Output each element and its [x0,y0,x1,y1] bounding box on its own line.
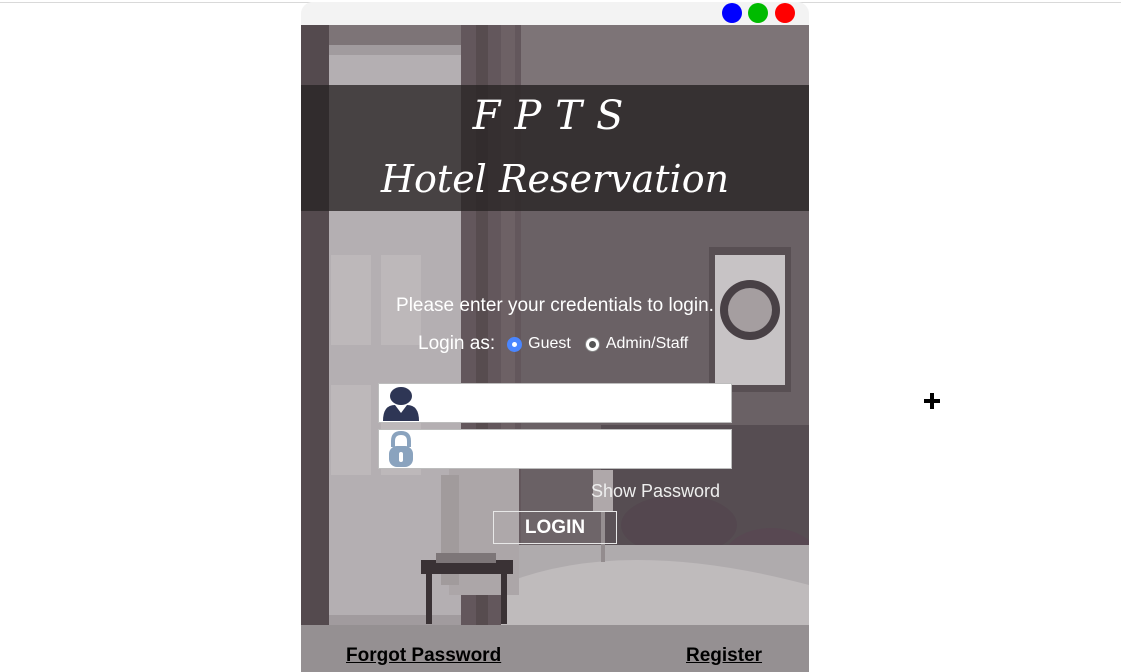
login-as-label: Login as: [418,333,496,354]
login-button[interactable]: LOGIN [493,511,617,544]
register-link[interactable]: Register [686,645,762,667]
password-input[interactable] [425,434,729,466]
app-subtitle: Hotel Reservation [380,157,730,201]
login-window: FPTS Hotel Reservation Please enter your… [301,2,809,672]
minimize-button[interactable] [722,3,742,23]
password-field[interactable] [378,429,732,469]
header-band: FPTS Hotel Reservation [301,85,809,211]
window-titlebar [301,2,809,25]
hotel-room-background: FPTS Hotel Reservation Please enter your… [301,25,809,672]
login-prompt: Please enter your credentials to login. [396,295,714,316]
show-password-toggle[interactable]: Show Password [591,481,720,502]
guest-radio-label[interactable]: Guest [528,335,571,353]
close-button[interactable] [775,3,795,23]
admin-staff-radio[interactable] [584,336,600,352]
forgot-password-link[interactable]: Forgot Password [346,645,501,667]
username-input[interactable] [425,388,729,420]
username-field[interactable] [378,383,732,423]
guest-radio[interactable] [507,336,523,352]
brand-title: FPTS [472,93,638,139]
lock-icon [389,431,413,467]
crosshair-move-icon [924,393,940,409]
admin-staff-radio-label[interactable]: Admin/Staff [606,335,688,353]
user-icon [383,387,419,421]
login-role-selector: Login as: Guest Admin/Staff [418,333,702,355]
maximize-button[interactable] [748,3,768,23]
